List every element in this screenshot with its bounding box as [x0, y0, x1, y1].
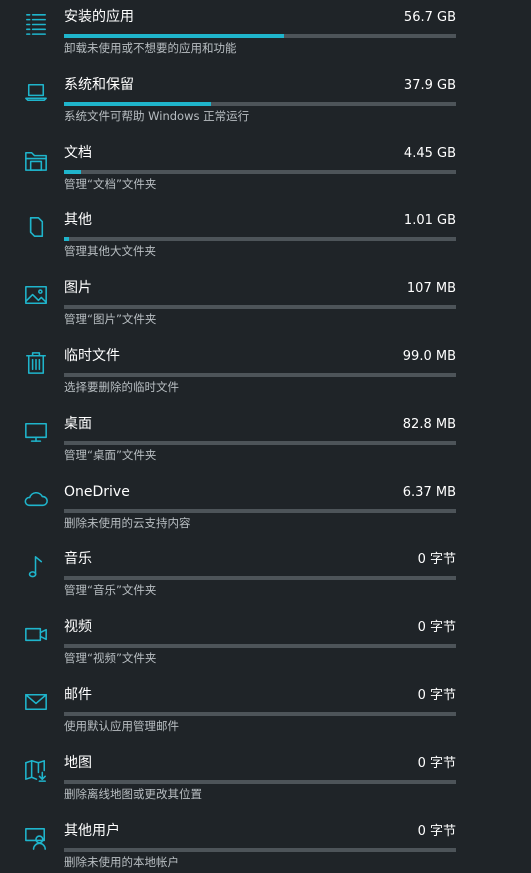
video-icon: [21, 619, 51, 649]
row-description[interactable]: 删除未使用的云支持内容: [64, 515, 191, 531]
row-description[interactable]: 使用默认应用管理邮件: [64, 718, 179, 734]
row-description[interactable]: 管理“文档”文件夹: [64, 176, 156, 192]
row-title: 地图: [64, 754, 92, 771]
storage-row[interactable]: 其他 1.01 GB 管理其他大文件夹: [0, 207, 531, 275]
storage-row[interactable]: 桌面 82.8 MB 管理“桌面”文件夹: [0, 411, 531, 479]
row-title: 安装的应用: [64, 9, 134, 25]
usage-bar: [64, 847, 456, 852]
row-size: 4.45 GB: [403, 145, 456, 161]
monitor-icon: [21, 416, 51, 446]
usage-bar: [64, 644, 456, 649]
cloud-icon: [21, 484, 51, 514]
row-size: 0 字节: [417, 552, 456, 568]
storage-row[interactable]: 邮件 0 字节使用默认应用管理邮件: [0, 682, 531, 750]
usage-bar: [64, 101, 456, 106]
row-description[interactable]: 管理“桌面”文件夹: [64, 447, 156, 463]
usage-bar: [64, 508, 456, 513]
usage-bar-fill: [64, 169, 82, 174]
usage-bar: [64, 440, 456, 445]
row-size: 0 字节: [417, 823, 456, 839]
usage-bar: [64, 779, 456, 784]
row-size: 0 字节: [417, 755, 456, 771]
usage-bar-fill: [64, 237, 69, 242]
trash-icon: [21, 348, 51, 378]
storage-row[interactable]: OneDrive 6.37 MB 删除未使用的云支持内容: [0, 479, 531, 547]
row-title: 其他用户: [64, 822, 120, 839]
music-icon: [21, 551, 51, 581]
users-icon: [21, 823, 51, 853]
row-size: 0 字节: [417, 688, 456, 703]
storage-category-list: 安装的应用 56.7 GB 卸载未使用或不想要的应用和功能 系统和保留 37.9 GB 系…: [0, 0, 531, 873]
usage-bar: [64, 34, 456, 38]
row-size: 1.01 GB: [403, 213, 456, 229]
row-size: 107 MB: [406, 281, 456, 297]
usage-bar: [64, 373, 456, 377]
row-title: 音乐: [64, 551, 92, 568]
row-description[interactable]: 删除未使用的本地帐户: [64, 854, 179, 870]
storage-row[interactable]: 其他用户 0 字节删除未使用的本地帐户: [0, 818, 531, 873]
row-description[interactable]: 卸载未使用或不想要的应用和功能: [64, 40, 237, 56]
row-size: 37.9 GB: [403, 77, 456, 93]
row-title: 临时文件: [64, 348, 120, 364]
other-icon: [21, 212, 51, 242]
usage-bar-fill: [64, 34, 284, 38]
row-size: 6.37 MB: [402, 484, 456, 500]
usage-bar-fill: [64, 101, 211, 106]
storage-row[interactable]: 安装的应用 56.7 GB 卸载未使用或不想要的应用和功能: [0, 4, 531, 72]
usage-bar: [64, 169, 456, 174]
storage-row[interactable]: 文档 4.45 GB 管理“文档”文件夹: [0, 140, 531, 208]
image-icon: [21, 280, 51, 310]
usage-bar: [64, 237, 456, 242]
row-description[interactable]: 删除离线地图或更改其位置: [64, 786, 202, 802]
row-title: 文档: [64, 144, 92, 161]
row-size: 56.7 GB: [403, 10, 456, 25]
row-title: 邮件: [64, 687, 92, 703]
storage-row[interactable]: 系统和保留 37.9 GB 系统文件可帮助 Windows 正常运行: [0, 72, 531, 140]
usage-bar: [64, 576, 456, 581]
row-description[interactable]: 管理“音乐”文件夹: [64, 582, 156, 598]
row-size: 82.8 MB: [402, 416, 456, 432]
row-title: 桌面: [64, 415, 92, 432]
row-title: 视频: [64, 619, 92, 636]
usage-bar: [64, 305, 456, 310]
row-description[interactable]: 选择要删除的临时文件: [64, 379, 179, 395]
storage-row[interactable]: 图片 107 MB 管理“图片”文件夹: [0, 275, 531, 343]
storage-row[interactable]: 音乐 0 字节管理“音乐”文件夹: [0, 546, 531, 614]
usage-bar: [64, 712, 456, 716]
folder-icon: [21, 145, 51, 175]
row-description[interactable]: 管理“视频”文件夹: [64, 650, 156, 666]
row-title: OneDrive: [64, 483, 130, 500]
list-icon: [21, 9, 51, 39]
storage-row[interactable]: 地图 0 字节删除离线地图或更改其位置: [0, 750, 531, 818]
storage-row[interactable]: 临时文件 99.0 MB 选择要删除的临时文件: [0, 343, 531, 411]
row-description[interactable]: 管理“图片”文件夹: [64, 311, 156, 327]
row-description[interactable]: 系统文件可帮助 Windows 正常运行: [64, 108, 249, 124]
row-size: 99.0 MB: [402, 349, 456, 364]
row-title: 系统和保留: [64, 76, 134, 93]
row-description[interactable]: 管理其他大文件夹: [64, 243, 156, 259]
row-title: 图片: [64, 280, 92, 297]
row-title: 其他: [64, 212, 92, 229]
storage-row[interactable]: 视频 0 字节管理“视频”文件夹: [0, 614, 531, 682]
mail-icon: [21, 687, 51, 717]
map-icon: [21, 755, 51, 785]
row-size: 0 字节: [417, 620, 456, 636]
laptop-icon: [21, 77, 51, 107]
